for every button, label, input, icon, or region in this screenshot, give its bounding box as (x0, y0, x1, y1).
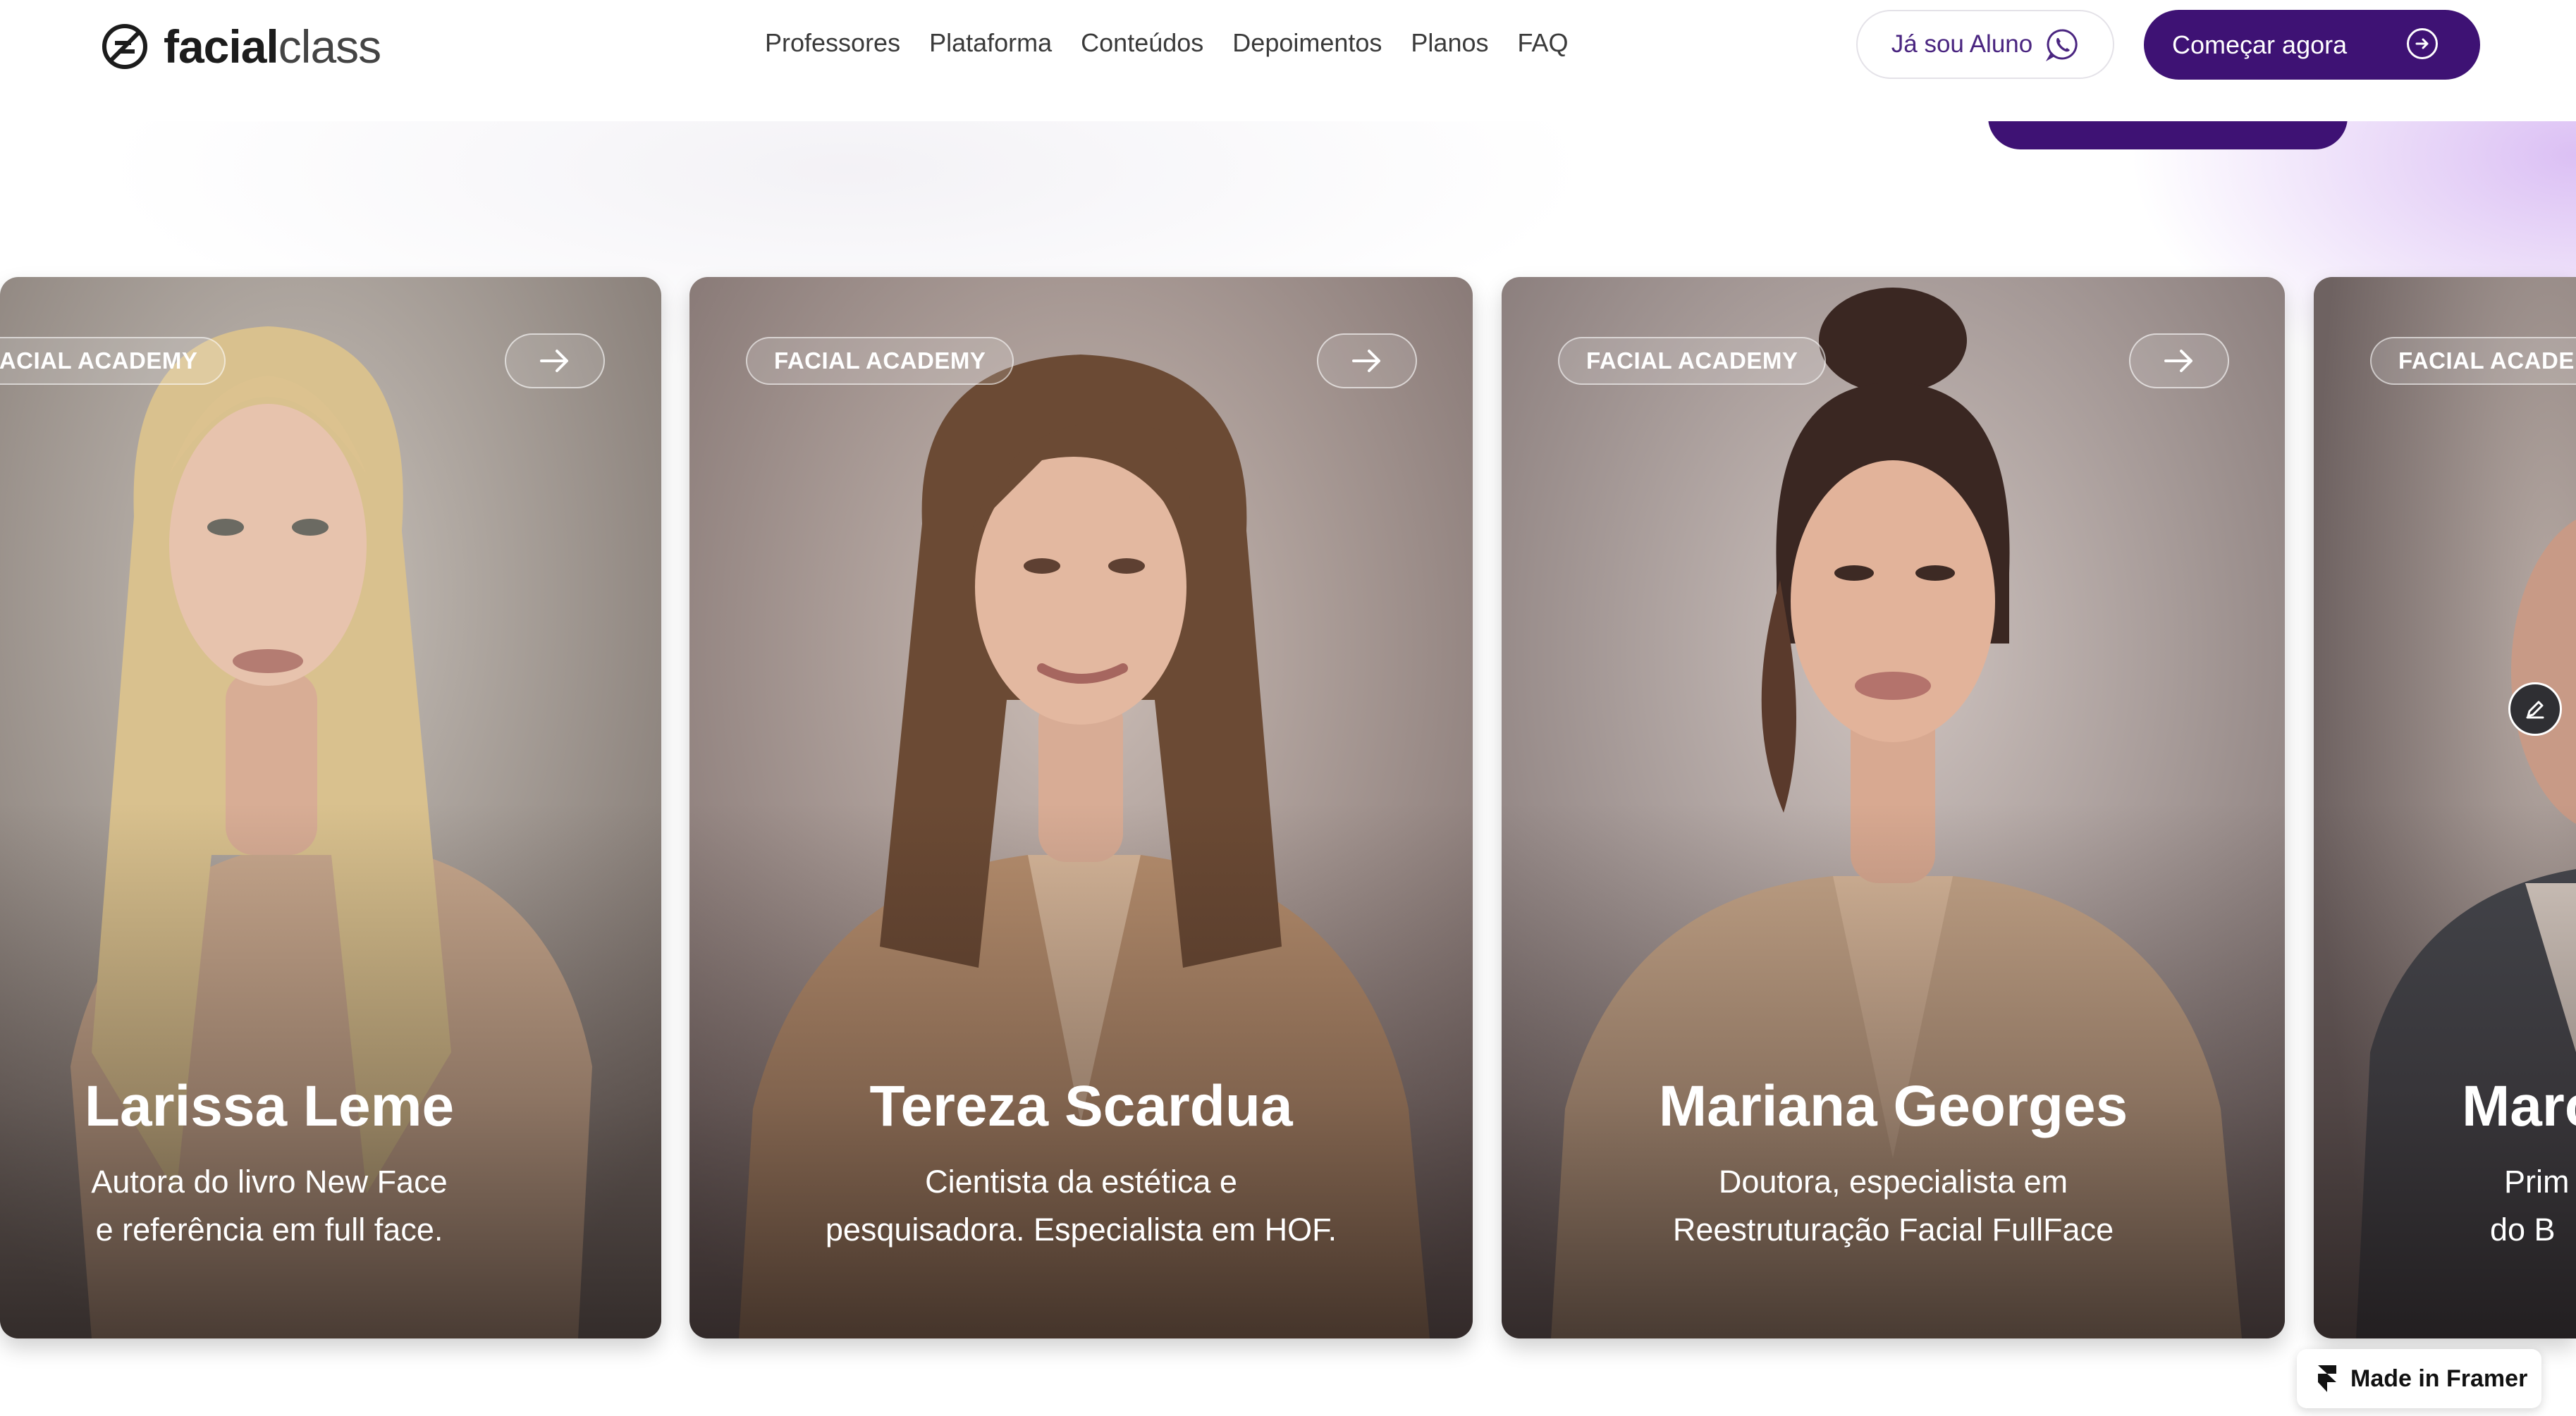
main-nav: Professores Plataforma Conteúdos Depoime… (765, 28, 1569, 58)
card-shade (689, 803, 1473, 1338)
made-in-framer-label: Made in Framer (2350, 1365, 2528, 1392)
arrow-right-icon (540, 350, 568, 372)
card-shade (2314, 803, 2576, 1338)
teacher-description-line: Cientista da estética e (925, 1164, 1237, 1200)
arrow-right-icon (2407, 28, 2438, 59)
nav-faq[interactable]: FAQ (1518, 28, 1569, 58)
brand-light: class (278, 20, 381, 73)
teacher-name: Mariana Georges (1658, 1074, 2128, 1138)
student-login-label: Já sou Aluno (1891, 30, 2033, 58)
card-shade (0, 803, 661, 1338)
start-now-label: Começar agora (2172, 30, 2348, 59)
academy-badge: FACIAL ACADEMY (746, 337, 1014, 385)
nav-conteudos[interactable]: Conteúdos (1081, 28, 1203, 58)
academy-badge: FACIAL ACADEMY (1558, 337, 1827, 385)
teacher-card[interactable]: FACIAL ACADEMY Tereza Scardua Cientista … (689, 277, 1473, 1338)
card-arrow-button[interactable] (505, 333, 605, 388)
teacher-description-line: pesquisadora. Especialista em HOF. (825, 1212, 1337, 1248)
nav-plataforma[interactable]: Plataforma (929, 28, 1052, 58)
teacher-name: Larissa Leme (84, 1074, 455, 1138)
logo-icon (102, 24, 147, 69)
card-shade (1502, 803, 2285, 1338)
whatsapp-icon (2046, 29, 2078, 61)
teacher-description: Prim do B (2490, 1158, 2570, 1254)
teacher-description: Doutora, especialista em Reestruturação … (1502, 1158, 2285, 1254)
edit-button[interactable] (2508, 682, 2562, 736)
made-in-framer-badge[interactable]: Made in Framer (2297, 1349, 2541, 1408)
teacher-name: Tereza Scardua (869, 1074, 1293, 1138)
teacher-description-line: Prim (2504, 1164, 2570, 1200)
teacher-description-line: Doutora, especialista em (1718, 1164, 2068, 1200)
brand-bold: facial (164, 20, 279, 73)
teacher-description-line: Autora do livro New Face (91, 1164, 448, 1200)
framer-logo-icon (2318, 1365, 2336, 1392)
top-navbar: facialclass Professores Plataforma Conte… (0, 0, 2576, 121)
arrow-right-icon (1352, 350, 1380, 372)
teacher-card[interactable]: FACIAL ACADEMY Mariana Georges Doutora, … (1502, 277, 2285, 1338)
teacher-description-line: do B (2490, 1212, 2556, 1248)
nav-depoimentos[interactable]: Depoimentos (1232, 28, 1382, 58)
arrow-right-icon (2164, 350, 2192, 372)
teacher-description-line: e referência em full face. (95, 1212, 443, 1248)
teacher-description: Autora do livro New Face e referência em… (0, 1158, 539, 1254)
nav-planos[interactable]: Planos (1411, 28, 1488, 58)
card-arrow-button[interactable] (2129, 333, 2229, 388)
nav-professores[interactable]: Professores (765, 28, 900, 58)
teacher-description-line: Reestruturação Facial FullFace (1672, 1212, 2114, 1248)
brand-logo[interactable]: facialclass (100, 20, 381, 73)
academy-badge: FACIAL ACADEMY (0, 337, 226, 385)
academy-badge: FACIAL ACADEMY (2370, 337, 2576, 385)
student-login-button[interactable]: Já sou Aluno (1856, 10, 2114, 79)
start-now-button[interactable]: Começar agora (2144, 10, 2480, 80)
teacher-name: Marc (2462, 1074, 2576, 1138)
teacher-description: Cientista da estética e pesquisadora. Es… (689, 1158, 1473, 1254)
card-arrow-button[interactable] (1317, 333, 1417, 388)
teacher-card[interactable]: FACIAL ACADEMY Larissa Leme Autora do li… (0, 277, 661, 1338)
brand-wordmark: facialclass (164, 20, 381, 73)
teacher-card[interactable]: FACIAL ACADEMY Marc Prim do B (2314, 277, 2576, 1338)
pencil-icon (2526, 701, 2544, 719)
